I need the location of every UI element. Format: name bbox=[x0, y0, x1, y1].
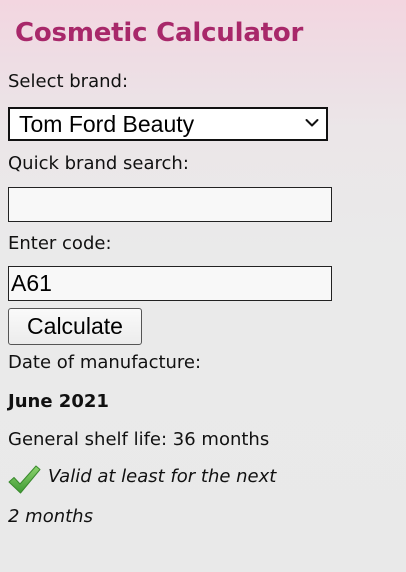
search-label: Quick brand search: bbox=[8, 153, 189, 174]
calculate-button[interactable]: Calculate bbox=[8, 308, 142, 345]
brand-search-input[interactable] bbox=[8, 187, 332, 222]
page-title: Cosmetic Calculator bbox=[15, 18, 304, 48]
code-input[interactable] bbox=[8, 266, 332, 301]
manufacture-label: Date of manufacture: bbox=[8, 352, 202, 373]
manufacture-date: June 2021 bbox=[8, 391, 109, 412]
brand-select[interactable]: Tom Ford Beauty bbox=[8, 107, 328, 141]
shelf-life-text: General shelf life: 36 months bbox=[8, 429, 270, 450]
checkmark-icon bbox=[8, 465, 41, 494]
calculator-panel: Cosmetic Calculator Select brand: Tom Fo… bbox=[0, 0, 406, 572]
code-label: Enter code: bbox=[8, 233, 112, 254]
validity-text-line1: Valid at least for the next bbox=[48, 466, 277, 487]
validity-text-line2: 2 months bbox=[8, 506, 93, 527]
chevron-down-icon bbox=[305, 119, 319, 127]
brand-label: Select brand: bbox=[8, 71, 129, 92]
brand-select-value: Tom Ford Beauty bbox=[19, 111, 195, 137]
